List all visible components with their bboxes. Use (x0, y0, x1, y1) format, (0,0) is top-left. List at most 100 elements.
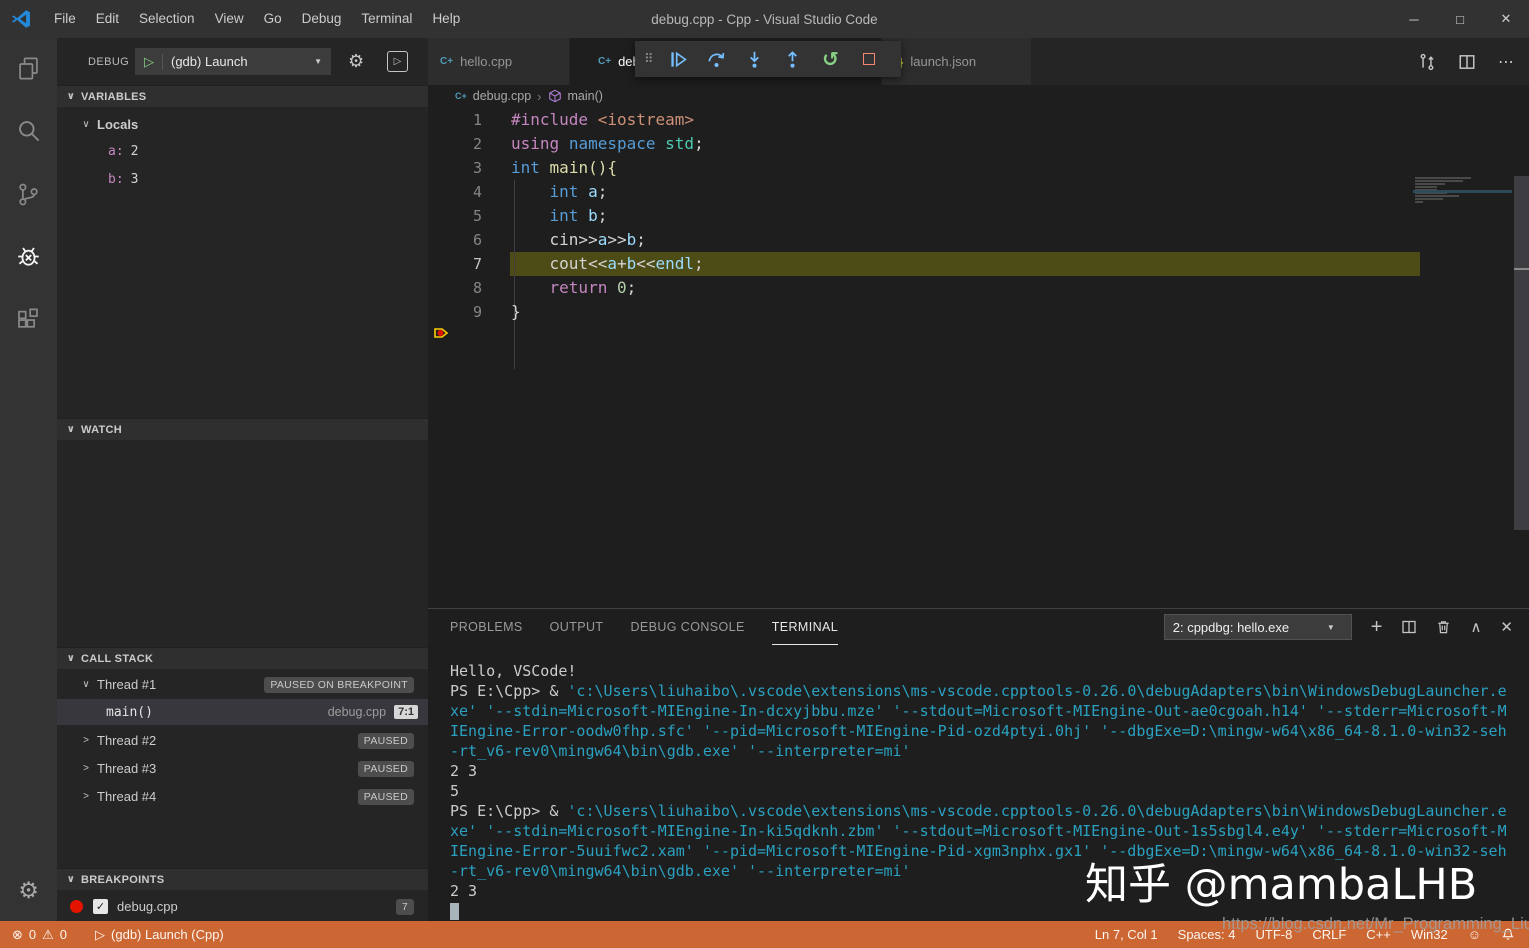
terminal-cursor (450, 903, 459, 920)
stack-frame-row[interactable]: main() debug.cpp 7:1 (57, 699, 428, 725)
locals-scope[interactable]: ∨ Locals (57, 112, 428, 137)
code-editor[interactable]: 1#include <iostream>2using namespace std… (428, 107, 1529, 608)
configure-gear-icon[interactable]: ⚙ (348, 51, 364, 72)
split-editor-icon[interactable] (1458, 53, 1476, 71)
debug-icon[interactable] (0, 232, 57, 280)
debug-launch-label[interactable]: (gdb) Launch (Cpp) (111, 927, 224, 942)
current-statement-breakpoint-icon[interactable] (433, 321, 453, 345)
line-number: 4 (453, 180, 482, 204)
line-text: int main(){ (511, 156, 617, 180)
debug-launch-icon[interactable]: ▷ (95, 927, 105, 943)
code-line-1: 1 #include <iostream> (428, 108, 1529, 132)
menu-view[interactable]: View (205, 0, 254, 38)
thread-row[interactable]: > Thread #3 PAUSED (57, 756, 428, 781)
menu-edit[interactable]: Edit (86, 0, 129, 38)
terminal-select-value: 2: cppdbg: hello.exe (1173, 620, 1289, 635)
chevron-down-icon: ∨ (79, 679, 93, 690)
close-panel-icon[interactable]: ✕ (1500, 618, 1513, 636)
search-icon[interactable] (0, 106, 57, 154)
chevron-down-icon: ∨ (64, 424, 78, 435)
menu-terminal[interactable]: Terminal (351, 0, 422, 38)
panel-tab-output[interactable]: OUTPUT (550, 609, 604, 645)
toolbar-drag-handle[interactable]: ⠿ (644, 51, 652, 67)
window-controls: ─ □ ✕ (1391, 0, 1529, 38)
new-terminal-icon[interactable]: + (1371, 616, 1383, 639)
tab-hello.cpp[interactable]: C+hello.cpp (428, 38, 570, 85)
status-ln-7-col-1[interactable]: Ln 7, Col 1 (1095, 927, 1158, 942)
errors-icon[interactable]: ⊗ (12, 927, 23, 943)
section-label: CALL STACK (81, 653, 153, 665)
continue-button[interactable] (660, 41, 698, 77)
code-line-8: 8 return 0; (428, 276, 1529, 300)
tab-label: launch.json (910, 54, 976, 69)
breakpoint-checkbox[interactable]: ✓ (93, 899, 108, 914)
extensions-icon[interactable] (0, 295, 57, 343)
variable-row[interactable]: a: 2 (57, 139, 428, 164)
settings-gear-icon[interactable]: ⚙ (0, 866, 57, 914)
variable-row[interactable]: b: 3 (57, 167, 428, 192)
tab-launch.json[interactable]: {}launch.json (882, 38, 1032, 85)
debug-console-icon[interactable]: ▷ (387, 51, 408, 72)
more-actions-icon[interactable]: ⋯ (1498, 52, 1515, 72)
status-badge: PAUSED (358, 761, 414, 777)
stop-button[interactable] (850, 41, 888, 77)
stop-square-icon (863, 53, 875, 65)
panel-tab-debug-console[interactable]: DEBUG CONSOLE (630, 609, 744, 645)
kill-terminal-trash-icon[interactable] (1436, 619, 1451, 635)
minimize-icon[interactable]: ─ (1391, 0, 1437, 38)
source-control-icon[interactable] (0, 170, 57, 218)
open-changes-icon[interactable] (1418, 53, 1436, 71)
terminal-line: xe' '--stdin=Microsoft-MIEngine-In-ki5qd… (450, 821, 1523, 841)
breadcrumb-file[interactable]: debug.cpp (473, 89, 531, 103)
errors-count[interactable]: 0 (29, 927, 36, 942)
code-line-4: 4 int a; (428, 180, 1529, 204)
breadcrumb-symbol[interactable]: main() (568, 89, 603, 103)
section-call-stack[interactable]: ∨ CALL STACK (57, 647, 428, 669)
line-number: 1 (453, 108, 482, 132)
chevron-right-icon: > (79, 735, 93, 746)
section-variables[interactable]: ∨ VARIABLES (57, 85, 428, 107)
menu-debug[interactable]: Debug (292, 0, 352, 38)
warnings-icon[interactable]: ⚠ (42, 927, 54, 943)
restart-button[interactable]: ↺ (812, 41, 850, 77)
step-over-button[interactable] (698, 41, 736, 77)
step-out-button[interactable] (774, 41, 812, 77)
thread-label: Thread #3 (97, 761, 156, 776)
chevron-down-icon: ∨ (64, 874, 78, 885)
menu-file[interactable]: File (44, 0, 86, 38)
thread-row[interactable]: > Thread #2 PAUSED (57, 728, 428, 753)
terminal-line: xe' '--stdin=Microsoft-MIEngine-In-dcxyj… (450, 701, 1523, 721)
menu-selection[interactable]: Selection (129, 0, 205, 38)
line-text: return 0; (511, 276, 636, 300)
launch-config-select[interactable]: ▷ (gdb) Launch ▼ (135, 48, 331, 75)
maximize-panel-icon[interactable]: ∧ (1470, 618, 1481, 636)
menu-help[interactable]: Help (422, 0, 470, 38)
line-text: #include <iostream> (511, 108, 694, 132)
cpp-file-icon: C+ (598, 56, 611, 67)
section-breakpoints[interactable]: ∨ BREAKPOINTS (57, 868, 428, 890)
step-into-button[interactable] (736, 41, 774, 77)
breakpoint-row[interactable]: ✓ debug.cpp 7 (57, 894, 428, 919)
code-line-9: 9} (428, 300, 1529, 324)
menu-go[interactable]: Go (254, 0, 292, 38)
warnings-count[interactable]: 0 (60, 927, 67, 942)
start-debug-icon[interactable]: ▷ (136, 54, 163, 70)
close-icon[interactable]: ✕ (1483, 0, 1529, 38)
explorer-icon[interactable] (0, 44, 57, 92)
title-bar: FileEditSelectionViewGoDebugTerminalHelp… (0, 0, 1529, 38)
section-watch[interactable]: ∨ WATCH (57, 418, 428, 440)
thread-row[interactable]: > Thread #4 PAUSED (57, 784, 428, 809)
maximize-icon[interactable]: □ (1437, 0, 1483, 38)
cpp-file-icon: C+ (455, 91, 467, 101)
panel-tab-terminal[interactable]: TERMINAL (772, 609, 838, 645)
minimap[interactable] (1415, 177, 1510, 211)
terminal-select[interactable]: 2: cppdbg: hello.exe ▼ (1164, 614, 1352, 640)
terminal-line: 2 3 (450, 761, 1523, 781)
breadcrumb[interactable]: C+ debug.cpp › main() (428, 85, 1529, 107)
status-badge: PAUSED (358, 733, 414, 749)
thread-row[interactable]: ∨ Thread #1 PAUSED ON BREAKPOINT (57, 672, 428, 697)
editor-scrollbar[interactable] (1514, 176, 1529, 530)
panel-tab-problems[interactable]: PROBLEMS (450, 609, 523, 645)
line-text: cout<<a+b<<endl; (511, 252, 704, 276)
split-terminal-icon[interactable] (1401, 619, 1417, 635)
